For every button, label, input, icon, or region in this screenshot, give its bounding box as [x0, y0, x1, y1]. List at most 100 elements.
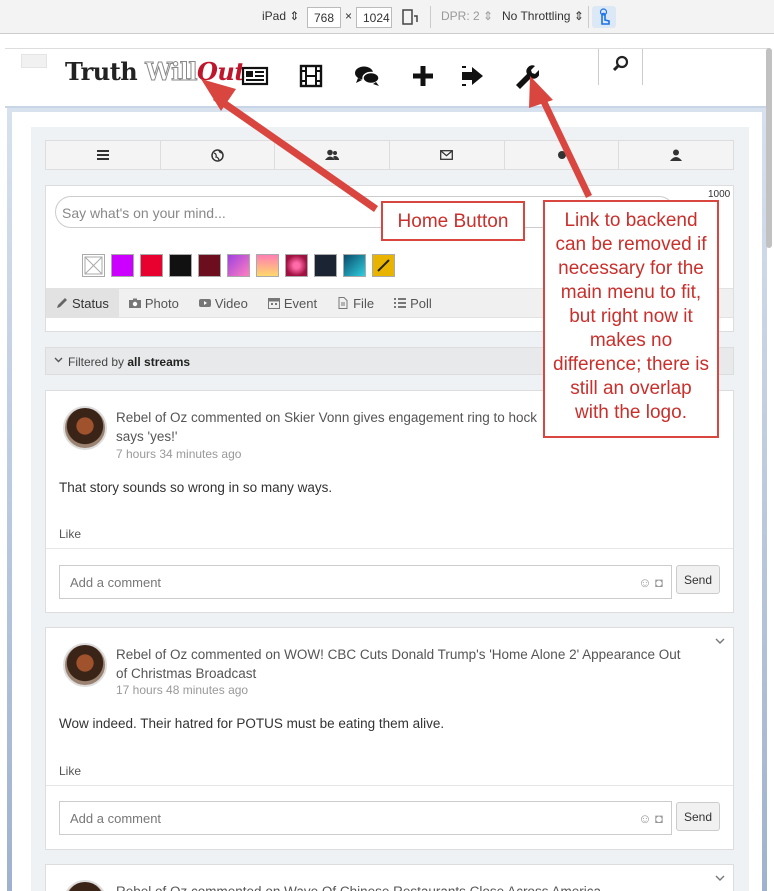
newspaper-icon[interactable] [241, 63, 269, 89]
height-input[interactable]: 1024 [356, 7, 392, 28]
avatar[interactable] [63, 406, 107, 450]
home-logo-link[interactable]: Truth WillOut [65, 57, 245, 87]
swatch-pattern-pink[interactable] [285, 254, 308, 277]
tab-photo-label: Photo [144, 295, 179, 311]
comment-input[interactable]: Add a comment ☺ ◘ [59, 801, 672, 835]
swatch-yellow[interactable] [372, 254, 395, 277]
chevron-down-icon [54, 357, 63, 363]
post-options-chevron-icon[interactable] [715, 638, 725, 645]
like-link[interactable]: Like [59, 764, 81, 778]
throttle-select[interactable]: No Throttling ⇕ [502, 9, 584, 23]
globe-icon [211, 148, 224, 162]
rotate-icon[interactable] [401, 8, 419, 26]
tab-event-label: Event [283, 295, 318, 311]
stream-tabs [45, 140, 734, 170]
swatch-teal[interactable] [343, 254, 366, 277]
bell-icon [557, 151, 566, 159]
swatch-pink-gradient[interactable] [227, 254, 250, 277]
swatch-navy[interactable] [314, 254, 337, 277]
post-title-text-2: says 'yes!' [116, 429, 178, 444]
tab-poll[interactable]: Poll [384, 289, 442, 317]
touch-toggle[interactable] [592, 6, 616, 28]
post-divider [46, 548, 733, 549]
camera-icon [128, 298, 141, 308]
tab-poll-label: Poll [410, 295, 432, 311]
tab-file[interactable]: File [327, 289, 384, 317]
send-button[interactable]: Send [676, 565, 720, 594]
video-icon [198, 299, 211, 307]
dpr-select[interactable]: DPR: 2 ⇕ [441, 9, 493, 23]
users-icon [325, 149, 340, 160]
post-title-text: Rebel of Oz commented on Skier Vonn give… [116, 410, 537, 425]
stream-post: Rebel of Oz commented on WOW! CBC Cuts D… [45, 627, 734, 850]
file-icon [338, 297, 348, 309]
send-button[interactable]: Send [676, 802, 720, 831]
page-scrollbar[interactable] [766, 48, 772, 248]
comments-icon[interactable] [353, 63, 381, 89]
tab-status-label: Status [72, 295, 109, 311]
tab-messages[interactable] [390, 141, 505, 169]
post-time[interactable]: 7 hours 34 minutes ago [116, 447, 241, 461]
tab-event[interactable]: Event [258, 289, 327, 317]
post-title[interactable]: Rebel of Oz commented on WOW! CBC Cuts D… [116, 645, 686, 683]
annotation-home-button: Home Button [381, 201, 525, 241]
filter-value: all streams [127, 355, 191, 369]
logo-word-3: Out [197, 57, 245, 86]
post-body: Wow indeed. Their hatred for POTUS must … [59, 716, 445, 731]
plus-icon[interactable] [409, 63, 437, 89]
user-icon [670, 149, 683, 161]
device-select[interactable]: iPad ⇕ [262, 9, 299, 23]
like-link[interactable]: Like [59, 527, 81, 541]
char-counter: 1000 [708, 189, 731, 200]
post-divider [46, 785, 733, 786]
hand-pointer-icon [599, 8, 610, 25]
tab-friends[interactable] [275, 141, 391, 169]
throttle-label: No Throttling [502, 9, 571, 23]
swatch-maroon[interactable] [198, 254, 221, 277]
post-options-chevron-icon[interactable] [715, 875, 725, 882]
tab-profile[interactable] [619, 141, 733, 169]
tab-file-label: File [353, 295, 375, 311]
swatch-black[interactable] [169, 254, 192, 277]
search-button[interactable] [598, 49, 643, 85]
devtools-toolbar: iPad ⇕ 768 × 1024 DPR: 2 ⇕ No Throttling… [0, 0, 774, 34]
times-label: × [345, 9, 353, 23]
post-title[interactable]: Rebel of Oz commented on Wave Of Chinese… [116, 882, 686, 891]
post-body: That story sounds so wrong in so many wa… [59, 480, 333, 495]
comment-placeholder: Add a comment [70, 575, 162, 590]
tab-public[interactable] [161, 141, 276, 169]
tab-notifications[interactable] [505, 141, 620, 169]
list-icon [96, 150, 109, 160]
device-label: iPad [262, 9, 287, 23]
swatch-none[interactable] [82, 254, 105, 277]
envelope-icon [440, 150, 454, 160]
avatar[interactable] [63, 880, 107, 891]
tab-video-label: Video [214, 295, 248, 311]
avatar[interactable] [63, 643, 107, 687]
tab-all[interactable] [46, 141, 161, 169]
comment-input[interactable]: Add a comment ☺ ◘ [59, 565, 672, 599]
menu-toggle[interactable] [21, 54, 47, 68]
dpr-label: DPR: 2 [441, 9, 480, 23]
emoji-camera-icons[interactable]: ☺ ◘ [638, 575, 663, 590]
swatch-orange-gradient[interactable] [256, 254, 279, 277]
width-input[interactable]: 768 [307, 7, 341, 28]
site-header: Truth WillOut [5, 48, 769, 106]
tab-status[interactable]: Status [46, 289, 119, 317]
tab-video[interactable]: Video [189, 289, 258, 317]
sign-out-icon[interactable] [459, 63, 487, 89]
annotation-backend-link: Link to backend can be removed if necess… [543, 200, 719, 438]
wrench-icon[interactable] [511, 63, 539, 89]
swatch-purple[interactable] [111, 254, 134, 277]
logo-word-2: Will [145, 57, 198, 87]
post-time[interactable]: 17 hours 48 minutes ago [116, 683, 248, 697]
emoji-camera-icons[interactable]: ☺ ◘ [638, 811, 663, 826]
film-icon[interactable] [297, 63, 325, 89]
poll-icon [394, 298, 407, 308]
pencil-icon [57, 298, 67, 308]
calendar-icon [267, 298, 280, 309]
comment-placeholder: Add a comment [70, 811, 162, 826]
tab-photo[interactable]: Photo [119, 289, 189, 317]
swatch-red[interactable] [140, 254, 163, 277]
search-icon [612, 55, 629, 72]
